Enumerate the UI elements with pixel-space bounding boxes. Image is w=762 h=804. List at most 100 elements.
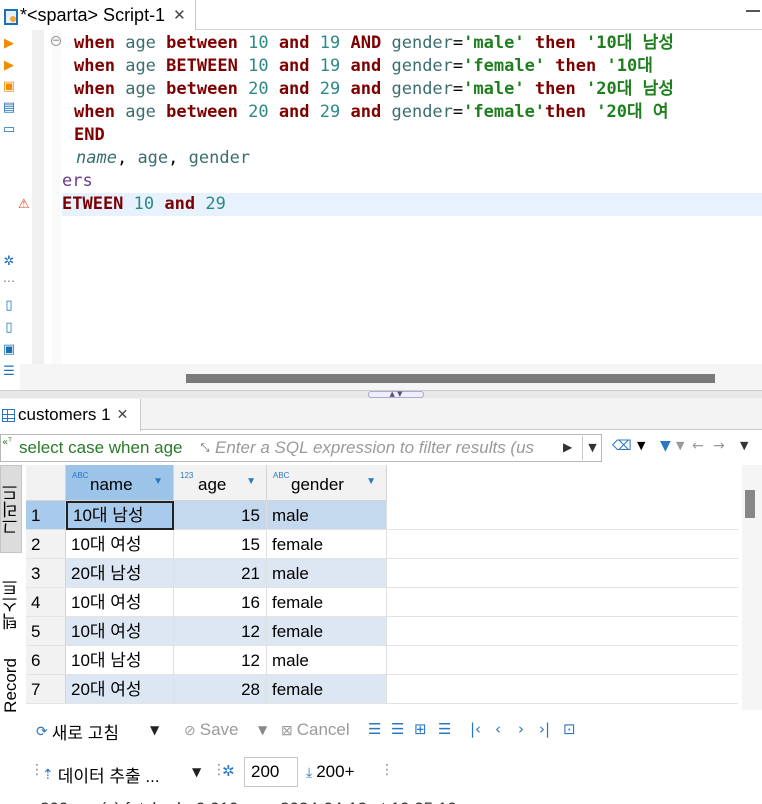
chevron-down-icon[interactable]: ▼	[740, 436, 748, 456]
code-line[interactable]: when age BETWEEN 10 and 19 and gender='f…	[74, 55, 653, 78]
filter-history-dropdown[interactable]: ▼	[582, 436, 602, 460]
cell-gender[interactable]: male	[267, 646, 387, 675]
cell-gender[interactable]: female	[267, 617, 387, 646]
previous-page-icon[interactable]: ‹	[495, 720, 501, 738]
cell-name[interactable]: 10대 여성	[66, 588, 174, 617]
cell-age[interactable]: 15	[174, 501, 267, 530]
copy-row-icon[interactable]: ⊞	[414, 720, 427, 738]
variables-icon[interactable]: ▣	[0, 340, 18, 358]
execute-statement-new-tab-icon[interactable]: ▶	[0, 56, 18, 74]
save-script-icon[interactable]: ▯	[0, 318, 18, 336]
code-line[interactable]: name, age, gender	[76, 147, 250, 170]
row-number[interactable]: 7	[26, 675, 66, 704]
table-row[interactable]: 2 10대 여성 15 female	[26, 530, 738, 559]
cell-gender[interactable]: female	[267, 530, 387, 559]
code-line[interactable]: END	[74, 124, 105, 147]
row-number[interactable]: 2	[26, 530, 66, 559]
cell-age[interactable]: 15	[174, 530, 267, 559]
splitter-toggle-icon[interactable]: ▲ ▼	[368, 391, 424, 398]
row-number[interactable]: 6	[26, 646, 66, 675]
cell-gender[interactable]: male	[267, 559, 387, 588]
table-row[interactable]: 1 10대 남성 15 male	[26, 501, 738, 530]
cell-gender[interactable]: male	[267, 501, 387, 530]
data-grid[interactable]: ABC name 123 age ABC gender 1 10대 남성 15 …	[26, 465, 738, 710]
cell-name[interactable]: 10대 여성	[66, 530, 174, 559]
table-row[interactable]: 5 10대 여성 12 female	[26, 617, 738, 646]
close-icon[interactable]: ✕	[173, 6, 186, 24]
chevron-down-icon[interactable]: ▼	[637, 436, 645, 456]
cell-name[interactable]: 10대 여성	[66, 617, 174, 646]
cell-name[interactable]: 10대 남성	[66, 501, 174, 530]
execute-script-new-tab-icon[interactable]: ▤	[0, 98, 18, 116]
column-header-name[interactable]: ABC name	[66, 465, 174, 501]
expand-icon[interactable]: ⤡	[195, 441, 215, 455]
table-row[interactable]: 7 20대 여성 28 female	[26, 675, 738, 704]
chevron-down-icon[interactable]: ▼	[192, 765, 201, 779]
sql-editor[interactable]: when age between 10 and 19 AND gender='m…	[62, 30, 762, 364]
code-line[interactable]: when age between 20 and 29 and gender='m…	[74, 78, 674, 101]
sort-icon[interactable]	[366, 476, 376, 487]
view-grid-tab[interactable]: 그리드	[0, 465, 22, 553]
table-row[interactable]: 6 10대 남성 12 male	[26, 646, 738, 675]
cell-age[interactable]: 16	[174, 588, 267, 617]
chevron-down-icon[interactable]: ▼	[258, 723, 267, 737]
cell-name[interactable]: 10대 남성	[66, 646, 174, 675]
cell-name[interactable]: 20대 남성	[66, 559, 174, 588]
row-number[interactable]: 5	[26, 617, 66, 646]
cell-age[interactable]: 21	[174, 559, 267, 588]
apply-filter-icon[interactable]: ▶	[563, 440, 572, 454]
first-page-icon[interactable]: |‹	[470, 720, 481, 738]
code-line[interactable]: when age between 20 and 29 and gender='f…	[74, 101, 668, 124]
grid-corner[interactable]	[26, 465, 66, 501]
tab-customers-1[interactable]: customers 1 ✕	[0, 399, 141, 431]
tab-script-1[interactable]: *<sparta> Script-1 ✕	[0, 0, 196, 30]
load-script-icon[interactable]: ▯	[0, 296, 18, 314]
cell-gender[interactable]: female	[267, 675, 387, 704]
chevron-down-icon[interactable]: ▼	[150, 723, 159, 737]
code-line[interactable]: ers	[62, 170, 93, 193]
code-line[interactable]: ETWEEN 10 and 29	[62, 193, 226, 216]
column-header-gender[interactable]: ABC gender	[267, 465, 387, 501]
code-line[interactable]: when age between 10 and 19 AND gender='m…	[74, 32, 674, 55]
edit-row-icon[interactable]: ☰	[368, 720, 381, 738]
view-text-tab[interactable]: 텍스트	[0, 560, 22, 648]
back-arrow-icon[interactable]: ←	[692, 436, 704, 456]
more-icon[interactable]: ⋯	[0, 272, 18, 290]
minimize-icon[interactable]	[746, 10, 760, 12]
cell-age[interactable]: 12	[174, 646, 267, 675]
close-icon[interactable]: ✕	[117, 407, 129, 423]
explain-plan-icon[interactable]: ▭	[0, 120, 18, 138]
last-page-icon[interactable]: ›|	[539, 720, 550, 738]
export-data-button[interactable]: ⇡ 데이터 추출 ...	[42, 762, 160, 787]
clear-filter-icon[interactable]: ⌫	[612, 436, 632, 456]
outline-icon[interactable]: ☰	[0, 362, 18, 380]
row-number[interactable]: 1	[26, 501, 66, 530]
delete-row-icon[interactable]: ☰	[438, 720, 451, 738]
chevron-down-icon[interactable]: ▼	[676, 436, 684, 456]
cell-gender[interactable]: female	[267, 588, 387, 617]
row-number[interactable]: 4	[26, 588, 66, 617]
add-row-icon[interactable]: ☰	[391, 720, 404, 738]
execute-statement-icon[interactable]: ▶	[0, 34, 18, 52]
settings-icon[interactable]: ✲	[0, 252, 18, 270]
forward-arrow-icon[interactable]: →	[713, 436, 725, 456]
view-record-tab[interactable]: Record	[0, 652, 22, 718]
table-row[interactable]: 3 20대 남성 21 male	[26, 559, 738, 588]
next-page-icon[interactable]: ›	[518, 720, 524, 738]
column-header-age[interactable]: 123 age	[174, 465, 267, 501]
cell-age[interactable]: 28	[174, 675, 267, 704]
grid-scroll-thumb[interactable]	[745, 490, 755, 518]
cell-age[interactable]: 12	[174, 617, 267, 646]
filter-funnel-icon[interactable]: ▼	[660, 436, 671, 456]
execute-script-icon[interactable]: ▣	[0, 77, 18, 95]
editor-scroll-thumb[interactable]	[186, 374, 715, 383]
filter-input[interactable]: select case when age ⤡ Enter a SQL expre…	[0, 434, 602, 462]
table-row[interactable]: 4 10대 여성 16 female	[26, 588, 738, 617]
row-number[interactable]: 3	[26, 559, 66, 588]
cancel-button[interactable]: ⊠ Cancel	[281, 720, 350, 740]
save-button[interactable]: ⊘ Save	[184, 720, 238, 740]
cell-name[interactable]: 20대 여성	[66, 675, 174, 704]
sort-icon[interactable]	[153, 476, 163, 487]
fetch-next-button[interactable]: ⤓ 200+	[306, 762, 355, 782]
sort-icon[interactable]	[246, 476, 256, 487]
